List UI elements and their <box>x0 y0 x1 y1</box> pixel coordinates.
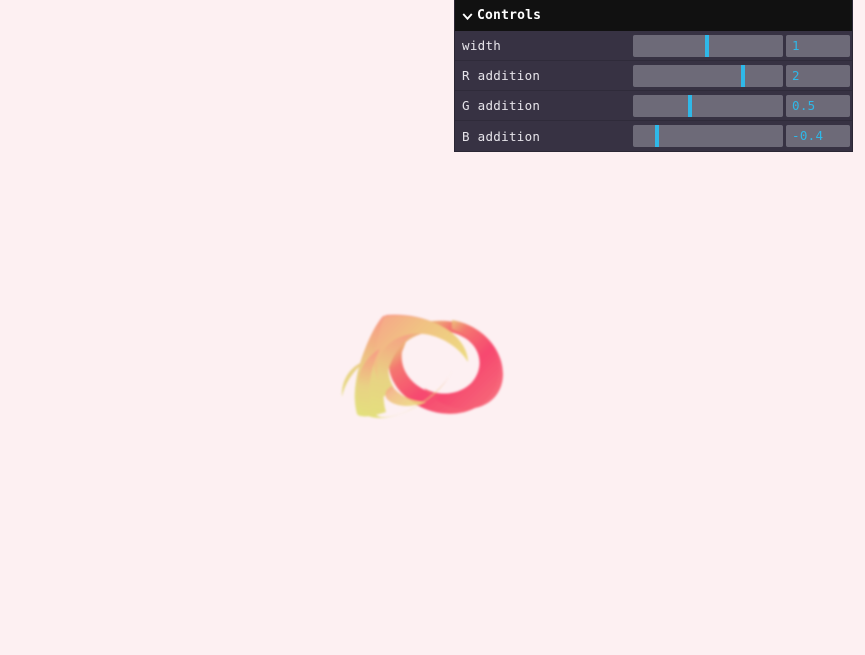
value-field-r-addition[interactable]: 2 <box>786 64 850 87</box>
control-label-width: width <box>462 38 502 53</box>
control-row-g-addition: G addition 0.5 <box>455 91 852 121</box>
slider-handle-r-addition[interactable] <box>741 64 746 87</box>
control-label-r-addition: R addition <box>462 68 541 83</box>
chevron-down-icon[interactable] <box>462 11 473 22</box>
control-row-r-addition: R addition 2 <box>455 61 852 91</box>
control-row-width: width 1 <box>455 31 852 61</box>
slider-width[interactable] <box>633 34 783 57</box>
control-label-b-addition: B addition <box>462 128 541 144</box>
slider-r-addition[interactable] <box>633 64 783 87</box>
control-label-g-addition: G addition <box>462 98 541 113</box>
surface-group <box>341 314 503 418</box>
controls-panel-title: Controls <box>477 8 542 23</box>
control-row-b-addition: B addition -0.4 <box>455 121 852 151</box>
slider-g-addition[interactable] <box>633 94 783 117</box>
value-field-width[interactable]: 1 <box>786 34 850 57</box>
value-field-g-addition[interactable]: 0.5 <box>786 94 850 117</box>
value-field-b-addition[interactable]: -0.4 <box>786 125 850 147</box>
slider-b-addition[interactable] <box>633 125 783 147</box>
controls-list: width 1 R addition 2 G addition 0.5 B ad… <box>455 31 852 151</box>
slider-handle-g-addition[interactable] <box>688 94 692 117</box>
slider-handle-b-addition[interactable] <box>655 125 659 147</box>
controls-panel: Controls width 1 R addition 2 G addition… <box>455 0 852 151</box>
slider-handle-width[interactable] <box>705 34 710 57</box>
controls-panel-header[interactable]: Controls <box>455 0 852 31</box>
